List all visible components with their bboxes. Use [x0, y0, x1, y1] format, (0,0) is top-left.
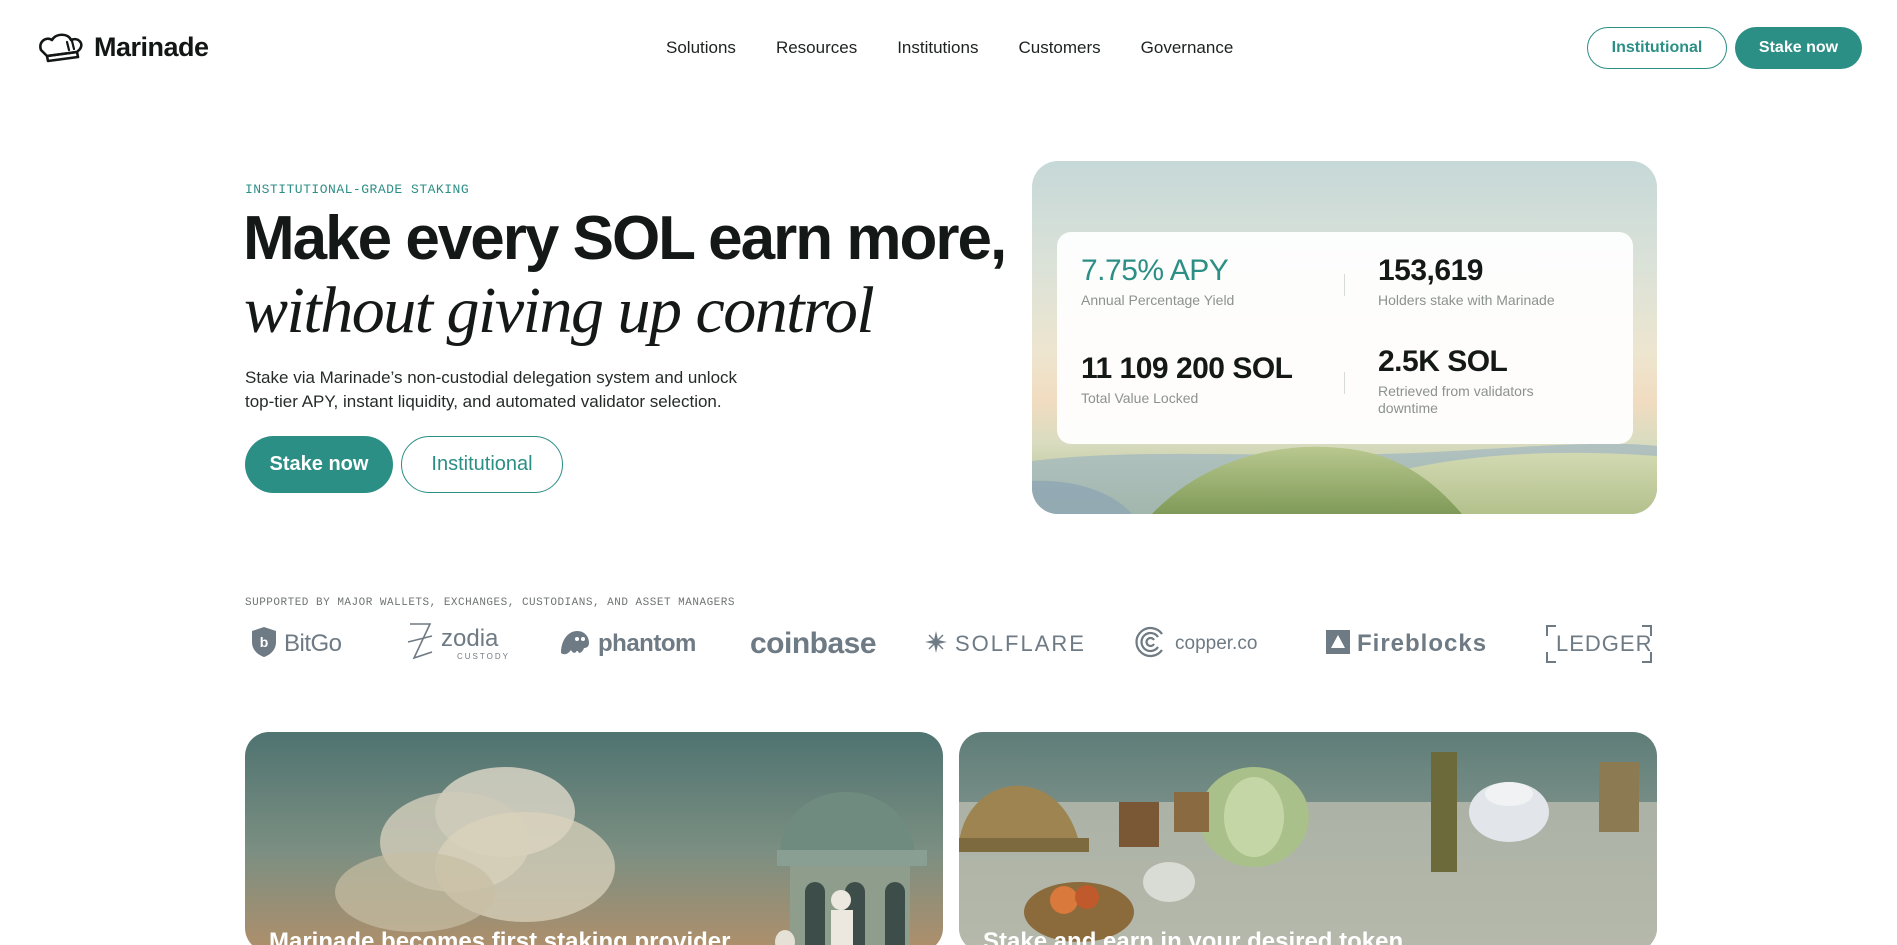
partner-ledger-logo[interactable]: LEDGER	[1546, 622, 1662, 666]
partner-coinbase-logo[interactable]: coinbase	[750, 622, 877, 666]
stats-card: 7.75% APY Annual Percentage Yield 153,61…	[1032, 161, 1657, 514]
chef-hat-icon	[36, 30, 86, 64]
partner-phantom-logo[interactable]: phantom	[559, 622, 696, 666]
partner-copper-logo[interactable]: copper.co	[1132, 622, 1257, 666]
nav-customers[interactable]: Customers	[1018, 38, 1100, 58]
stat-holders-value: 153,619	[1378, 254, 1483, 287]
partner-bitgo-logo[interactable]: b BitGo	[251, 622, 342, 666]
stat-apy-label: Annual Percentage Yield	[1081, 292, 1235, 308]
stat-holders-label: Holders stake with Marinade	[1378, 292, 1555, 308]
phantom-ghost-icon	[559, 627, 591, 662]
partner-name: copper.co	[1175, 633, 1258, 654]
hero-institutional-button[interactable]: Institutional	[401, 436, 563, 493]
copper-c-icon	[1132, 624, 1168, 665]
stat-tvl-label: Total Value Locked	[1081, 390, 1199, 406]
main-nav: Solutions Resources Institutions Custome…	[666, 38, 1233, 58]
partner-name: phantom	[598, 630, 696, 657]
partner-name: zodia	[441, 625, 499, 652]
feature-card-staking-provider[interactable]: Marinade becomes first staking provider	[245, 732, 943, 945]
fireblocks-square-icon	[1326, 629, 1350, 659]
brand-logo[interactable]: Marinade	[36, 30, 209, 64]
partner-name: LEDGER	[1556, 631, 1653, 656]
stat-apy-value: 7.75% APY	[1081, 254, 1229, 287]
nav-solutions[interactable]: Solutions	[666, 38, 736, 58]
stat-retrieved: 2.5K SOL Retrieved from validators downt…	[1378, 345, 1578, 417]
stat-retrieved-label: Retrieved from validators downtime	[1378, 383, 1534, 416]
hero-stake-now-button[interactable]: Stake now	[245, 436, 393, 493]
shield-icon: b	[251, 626, 277, 663]
feature-card-title: Stake and earn in your desired token	[983, 928, 1404, 945]
stat-divider	[1344, 372, 1345, 394]
svg-text:b: b	[260, 634, 269, 650]
partner-fireblocks-logo[interactable]: Fireblocks	[1326, 622, 1487, 666]
hero-title-line1: Make every SOL earn more,	[243, 204, 1007, 273]
hero-eyebrow: INSTITUTIONAL-GRADE STAKING	[245, 182, 470, 197]
partner-name: BitGo	[284, 630, 342, 657]
partner-name: coinbase	[750, 627, 877, 660]
partner-subname: CUSTODY	[457, 652, 510, 661]
ledger-frame-icon: LEDGER	[1546, 625, 1662, 663]
partner-zodia-logo[interactable]: zodia CUSTODY	[406, 622, 510, 666]
stat-retrieved-value: 2.5K SOL	[1378, 345, 1508, 378]
partner-name: SOLFLARE	[955, 631, 1086, 656]
feature-card-title: Marinade becomes first staking provider	[269, 928, 731, 945]
stat-apy: 7.75% APY Annual Percentage Yield	[1081, 254, 1234, 309]
nav-resources[interactable]: Resources	[776, 38, 857, 58]
zodia-star-icon	[406, 622, 434, 667]
header-institutional-button[interactable]: Institutional	[1587, 27, 1727, 69]
feature-card-image	[959, 732, 1657, 945]
header-stake-now-button[interactable]: Stake now	[1735, 27, 1862, 69]
site-header: Marinade Solutions Resources Institution…	[0, 0, 1897, 96]
feature-card-image	[245, 732, 943, 945]
partner-name: Fireblocks	[1357, 630, 1488, 657]
brand-name: Marinade	[94, 31, 209, 62]
stat-holders: 153,619 Holders stake with Marinade	[1378, 254, 1555, 309]
partner-solflare-logo[interactable]: SOLFLARE	[924, 622, 1086, 666]
nav-institutions[interactable]: Institutions	[897, 38, 978, 58]
nav-governance[interactable]: Governance	[1141, 38, 1234, 58]
feature-card-desired-token[interactable]: Stake and earn in your desired token	[959, 732, 1657, 945]
stat-tvl: 11 109 200 SOL Total Value Locked	[1081, 352, 1293, 407]
stat-divider	[1344, 274, 1345, 296]
hero-title-line2: without giving up control	[244, 274, 875, 347]
partners-label: SUPPORTED BY MAJOR WALLETS, EXCHANGES, C…	[245, 597, 735, 609]
stats-panel: 7.75% APY Annual Percentage Yield 153,61…	[1057, 232, 1633, 444]
stat-tvl-value: 11 109 200 SOL	[1081, 352, 1293, 385]
solflare-star-icon	[924, 630, 948, 659]
hero-description: Stake via Marinade’s non-custodial deleg…	[245, 368, 738, 411]
